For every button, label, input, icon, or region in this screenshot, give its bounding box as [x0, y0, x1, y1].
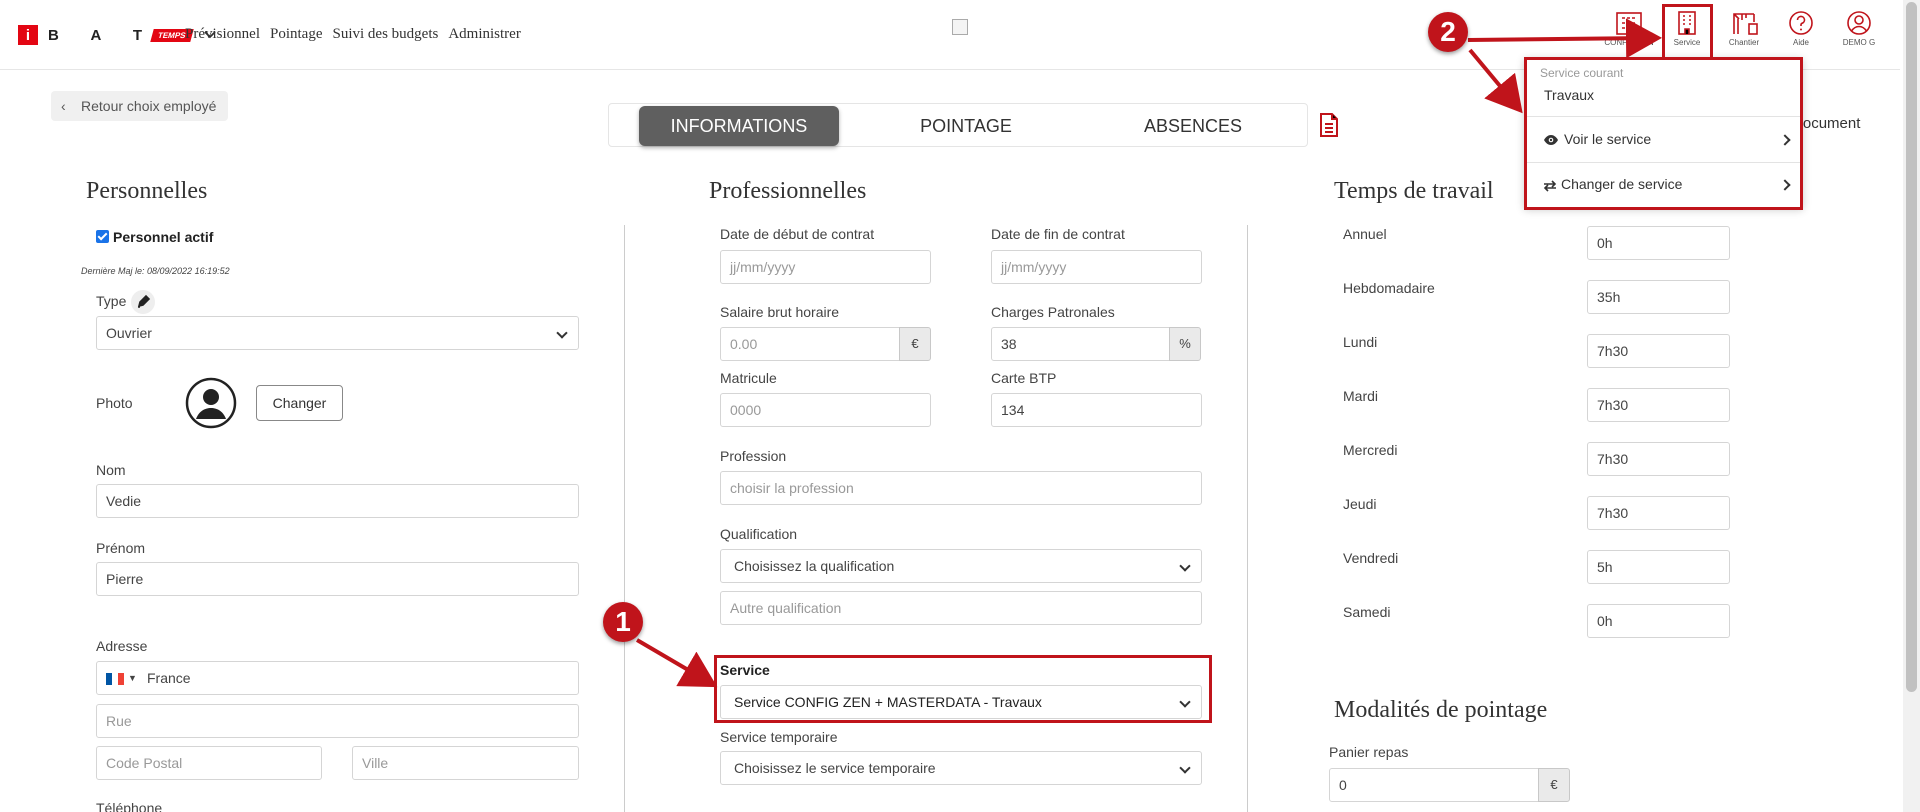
scrollbar-thumb[interactable]	[1906, 2, 1917, 692]
annotation-badge-1: 1	[603, 602, 643, 642]
annotation-arrows	[635, 18, 1662, 688]
annotation-badge-2: 2	[1428, 12, 1468, 52]
